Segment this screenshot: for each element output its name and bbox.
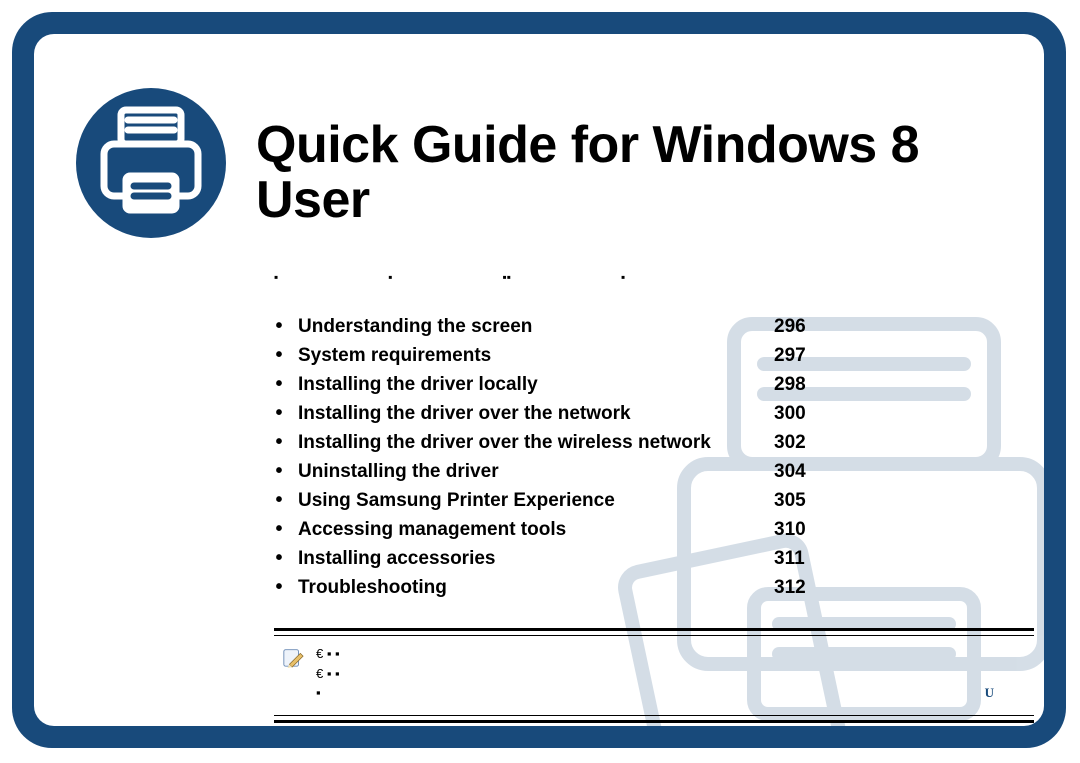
toc-label: Understanding the screen: [298, 312, 760, 341]
toc-label: Installing the driver over the network: [298, 399, 760, 428]
toc-page: 305: [774, 486, 834, 515]
bullet-icon: •: [274, 544, 284, 573]
bullet-icon: •: [274, 428, 284, 457]
note-line: € ▪ ▪: [316, 664, 1034, 684]
note-glyph: U: [985, 683, 994, 703]
toc-item[interactable]: • System requirements 297: [274, 341, 834, 370]
toc-item[interactable]: • Installing the driver locally 298: [274, 370, 834, 399]
rule-bottom: [274, 715, 1034, 723]
rule-top: [274, 628, 1034, 636]
intro-fragment: ▪: [388, 270, 392, 288]
note-line-fragment: ▪: [316, 685, 321, 700]
toc-item[interactable]: • Troubleshooting 312: [274, 573, 834, 602]
toc-page: 302: [774, 428, 834, 457]
toc-label: Using Samsung Printer Experience: [298, 486, 760, 515]
toc-label: System requirements: [298, 341, 760, 370]
note-line: ▪ U: [316, 683, 1034, 703]
intro-fragment: ▪: [621, 270, 625, 288]
toc-page: 300: [774, 399, 834, 428]
toc-label: Troubleshooting: [298, 573, 760, 602]
toc-page: 312: [774, 573, 834, 602]
bullet-icon: •: [274, 573, 284, 602]
toc-item[interactable]: • Installing the driver over the network…: [274, 399, 834, 428]
bullet-icon: •: [274, 399, 284, 428]
toc-item[interactable]: • Installing the driver over the wireles…: [274, 428, 834, 457]
toc-page: 311: [774, 544, 834, 573]
bullet-icon: •: [274, 515, 284, 544]
toc-label: Installing the driver over the wireless …: [298, 428, 760, 457]
intro-text: ▪ ▪ ▪▪ ▪: [274, 270, 1034, 288]
note-line: € ▪ ▪: [316, 644, 1034, 664]
toc-page: 304: [774, 457, 834, 486]
bullet-icon: •: [274, 486, 284, 515]
toc-item[interactable]: • Using Samsung Printer Experience 305: [274, 486, 834, 515]
page-frame: Quick Guide for Windows 8 User ▪ ▪ ▪▪ ▪ …: [12, 12, 1066, 748]
toc-item[interactable]: • Accessing management tools 310: [274, 515, 834, 544]
printer-icon: [76, 88, 226, 238]
toc-page: 297: [774, 341, 834, 370]
toc-label: Installing the driver locally: [298, 370, 760, 399]
toc-page: 296: [774, 312, 834, 341]
toc-label: Installing accessories: [298, 544, 760, 573]
note-box: € ▪ ▪ € ▪ ▪ ▪ U: [274, 628, 1034, 723]
toc-label: Accessing management tools: [298, 515, 760, 544]
bullet-icon: •: [274, 457, 284, 486]
intro-fragment: ▪: [274, 270, 278, 288]
toc-page: 298: [774, 370, 834, 399]
intro-fragment: ▪▪: [503, 270, 512, 288]
toc-item[interactable]: • Installing accessories 311: [274, 544, 834, 573]
bullet-icon: •: [274, 312, 284, 341]
pencil-note-icon: [282, 646, 304, 668]
toc-item[interactable]: • Uninstalling the driver 304: [274, 457, 834, 486]
toc-item[interactable]: • Understanding the screen 296: [274, 312, 834, 341]
toc-label: Uninstalling the driver: [298, 457, 760, 486]
page-title: Quick Guide for Windows 8 User: [256, 118, 1036, 227]
table-of-contents: • Understanding the screen 296 • System …: [274, 312, 834, 602]
toc-page: 310: [774, 515, 834, 544]
bullet-icon: •: [274, 370, 284, 399]
bullet-icon: •: [274, 341, 284, 370]
note-text: € ▪ ▪ € ▪ ▪ ▪ U: [316, 644, 1034, 703]
page-card: Quick Guide for Windows 8 User ▪ ▪ ▪▪ ▪ …: [34, 34, 1044, 726]
